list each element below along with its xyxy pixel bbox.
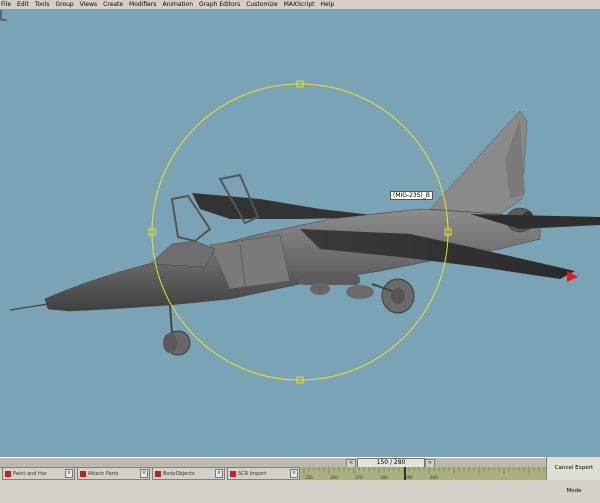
track-bar-ticks: 150 160 170 180 190 200 bbox=[303, 467, 545, 480]
max-icon bbox=[230, 470, 236, 477]
menu-tools[interactable]: Tools bbox=[32, 0, 53, 9]
close-icon[interactable]: × bbox=[215, 469, 223, 478]
taskbar-item-label: BodyObjects bbox=[163, 470, 195, 477]
taskbar-item-label: Paint and Har bbox=[13, 470, 47, 477]
cancel-expert-mode-button[interactable]: Cancel Expert Mode bbox=[546, 457, 600, 494]
menu-file[interactable]: File bbox=[0, 0, 14, 9]
menu-maxscript[interactable]: MAXScript bbox=[281, 0, 318, 9]
axis-tripod-icon bbox=[0, 10, 7, 21]
taskbar-item-scr-import[interactable]: SCR Import × bbox=[227, 467, 300, 480]
max-icon bbox=[80, 470, 86, 477]
max-icon bbox=[155, 470, 161, 477]
time-bar: < 150 / 280 > Paint and Har × Attach Par… bbox=[0, 457, 600, 494]
taskbar-item-paint[interactable]: Paint and Har × bbox=[2, 467, 75, 480]
menu-group[interactable]: Group bbox=[52, 0, 76, 9]
menu-help[interactable]: Help bbox=[318, 0, 338, 9]
menu-customize[interactable]: Customize bbox=[243, 0, 281, 9]
menu-bar: File Edit Tools Group Views Create Modif… bbox=[0, 0, 600, 9]
taskbar-item-bodyobjects[interactable]: BodyObjects × bbox=[152, 467, 225, 480]
taskbar-item-label: SCR Import bbox=[238, 470, 267, 477]
track-tick-label: 200 bbox=[430, 475, 438, 480]
object-name-label: (MIG-23S)_B bbox=[390, 191, 434, 200]
menu-create[interactable]: Create bbox=[100, 0, 126, 9]
track-tick-label: 180 bbox=[380, 475, 388, 480]
taskbar-item-attach[interactable]: Attach Parts × bbox=[77, 467, 150, 480]
menu-graph-editors[interactable]: Graph Editors bbox=[196, 0, 243, 9]
track-tick-label: 170 bbox=[355, 475, 363, 480]
track-tick-label: 150 bbox=[305, 475, 313, 480]
track-bar[interactable]: 150 160 170 180 190 200 bbox=[300, 467, 546, 480]
track-tick-label: 190 bbox=[405, 475, 413, 480]
menu-modifiers[interactable]: Modifiers bbox=[126, 0, 159, 9]
current-frame-marker bbox=[404, 467, 406, 480]
close-icon[interactable]: × bbox=[140, 469, 148, 478]
max-icon bbox=[5, 470, 11, 477]
aircraft-model[interactable] bbox=[0, 9, 600, 457]
close-icon[interactable]: × bbox=[290, 469, 298, 478]
perspective-viewport[interactable]: (MIG-23S)_B bbox=[0, 9, 600, 457]
menu-edit[interactable]: Edit bbox=[14, 0, 32, 9]
close-icon[interactable]: × bbox=[65, 469, 73, 478]
menu-views[interactable]: Views bbox=[77, 0, 100, 9]
track-tick-label: 160 bbox=[330, 475, 338, 480]
menu-animation[interactable]: Animation bbox=[159, 0, 196, 9]
taskbar-item-label: Attach Parts bbox=[88, 470, 119, 477]
